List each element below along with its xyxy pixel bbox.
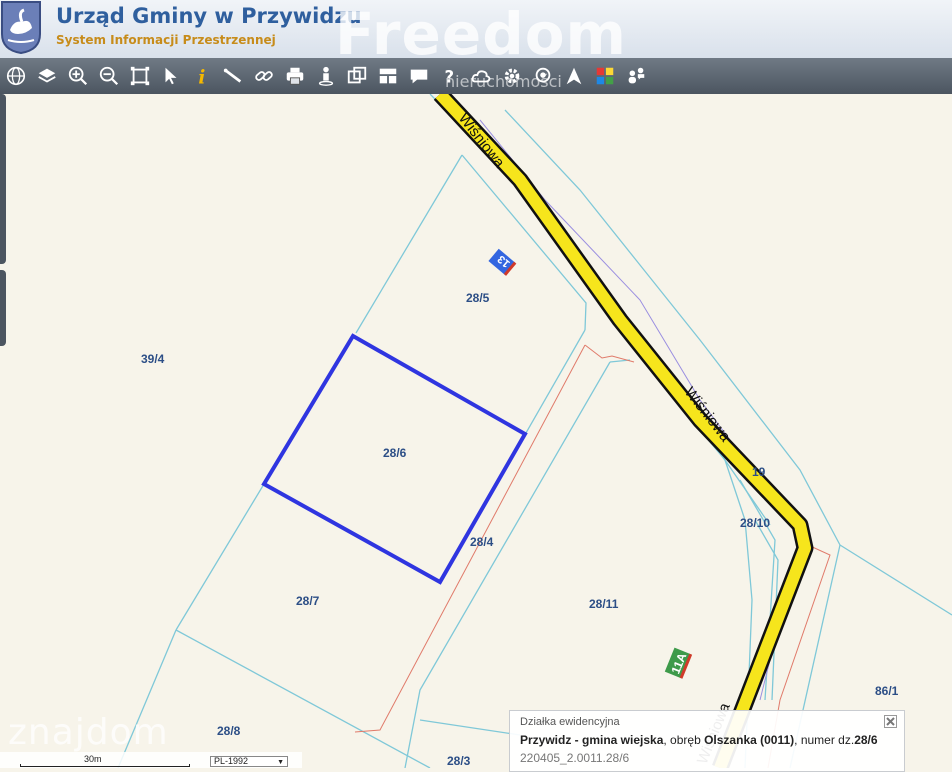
zoom-extent-icon[interactable]	[124, 61, 155, 91]
coat-of-arms-logo	[1, 1, 41, 54]
copy-window-icon[interactable]	[341, 61, 372, 91]
plot-label: 28/10	[740, 516, 770, 530]
info-obreb: Olszanka (0011)	[704, 733, 795, 747]
plot-label: 28/3	[447, 754, 471, 768]
info-gmina: Przywidz - gmina wiejska	[520, 733, 664, 747]
freedom-watermark: Freedom	[335, 0, 627, 58]
plot-label: 39/4	[141, 352, 165, 366]
side-panel-tab-top[interactable]	[0, 94, 6, 264]
plot-label: 28/4	[470, 535, 494, 549]
svg-text:i: i	[198, 67, 205, 87]
chevron-down-icon: ▼	[277, 759, 284, 766]
layout-icon[interactable]	[372, 61, 403, 91]
color-palette-icon[interactable]	[589, 61, 620, 91]
plot-label: 28/8	[217, 724, 241, 738]
scale-line	[20, 764, 190, 767]
info-heading: Działka ewidencyjna	[520, 716, 620, 728]
globe-icon[interactable]	[0, 61, 31, 91]
map-canvas[interactable]: Wiśniowa Wiśniowa Wiśniowa 13 11A 39/4 2…	[0, 94, 952, 768]
app-title: Urząd Gminy w Przywidzu	[56, 4, 362, 28]
side-panel-tab-bottom[interactable]	[0, 270, 6, 346]
info-icon[interactable]: i	[186, 61, 217, 91]
zoom-in-icon[interactable]	[62, 61, 93, 91]
comment-icon[interactable]	[403, 61, 434, 91]
info-identifier: 220405_2.0011.28/6	[520, 751, 630, 765]
layers-icon[interactable]	[31, 61, 62, 91]
znajdom-watermark: znajdom	[8, 712, 169, 753]
link-icon[interactable]	[248, 61, 279, 91]
info-numer: 28/6	[854, 733, 878, 747]
select-pointer-icon[interactable]	[155, 61, 186, 91]
crs-select[interactable]: PL-1992 ▼	[210, 756, 288, 767]
users-icon[interactable]	[620, 61, 651, 91]
scale-bar: 30m PL-1992 ▼	[0, 752, 302, 768]
north-arrow-icon[interactable]	[558, 61, 589, 91]
close-icon[interactable]	[884, 715, 897, 728]
plot-label: 86/1	[875, 684, 899, 698]
plot-label: 28/7	[296, 594, 320, 608]
print-icon[interactable]	[279, 61, 310, 91]
measure-distance-icon[interactable]	[217, 61, 248, 91]
zoom-out-icon[interactable]	[93, 61, 124, 91]
freedom-watermark-sub: nieruchomości	[445, 72, 562, 91]
parcel-info-popup: Działka ewidencyjna Przywidz - gmina wie…	[509, 710, 905, 772]
app-subtitle: System Informacji Przestrzennej	[56, 33, 276, 47]
info-details: Przywidz - gmina wiejska, obręb Olszanka…	[520, 733, 878, 747]
plot-label: 19	[752, 465, 766, 479]
plot-label-selected: 28/6	[383, 446, 407, 460]
street-view-icon[interactable]	[310, 61, 341, 91]
scale-label: 30m	[84, 754, 102, 764]
plot-label: 28/11	[589, 597, 619, 611]
app-header: Urząd Gminy w Przywidzu System Informacj…	[0, 0, 952, 58]
plot-label: 28/5	[466, 291, 490, 305]
